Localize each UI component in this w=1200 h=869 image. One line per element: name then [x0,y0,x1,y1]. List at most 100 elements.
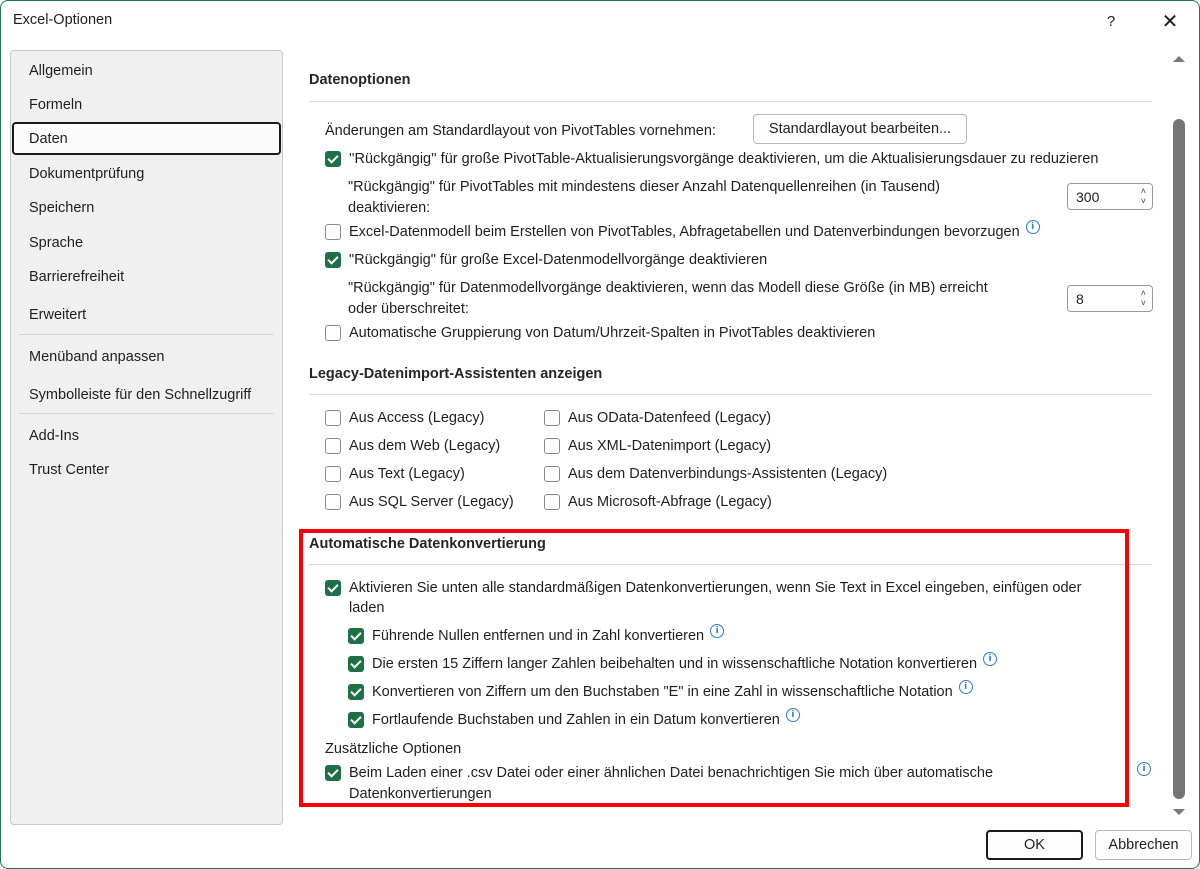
scroll-up-arrow-icon[interactable] [1173,56,1185,62]
option-undo-pivot: ''Rückgängig'' für große PivotTable-Aktu… [325,149,1098,169]
label-enable-all: Aktivieren Sie unten alle standardmäßige… [349,580,1082,596]
legacy-option: Aus OData-Datenfeed (Legacy) [544,408,771,428]
checkbox-undo-pivot[interactable] [325,151,341,167]
legacy-label: Aus Text (Legacy) [349,466,465,482]
sidebar-item-formeln[interactable]: Formeln [12,88,281,121]
sidebar-item-allgemein[interactable]: Allgemein [12,54,281,87]
checkbox-legacy-odata[interactable] [544,410,560,426]
checkbox-legacy-text[interactable] [325,466,341,482]
info-icon[interactable]: i [1137,762,1151,776]
option-enable-all: Aktivieren Sie unten alle standardmäßige… [325,578,1081,598]
edit-default-layout-button[interactable]: Standardlayout bearbeiten... [753,114,967,144]
checkbox-leading-zeros[interactable] [348,628,364,644]
checkbox-legacy-sql[interactable] [325,494,341,510]
info-icon[interactable]: i [983,652,998,666]
section-divider [309,564,1152,565]
checkbox-legacy-msquery[interactable] [544,494,560,510]
checkbox-legacy-xml[interactable] [544,438,560,454]
sidebar-item-sprache[interactable]: Sprache [12,226,281,259]
label-undo-pivot: ''Rückgängig'' für große PivotTable-Aktu… [349,151,1099,167]
sidebar-item-menueband[interactable]: Menüband anpassen [12,340,281,373]
option-csv-notify: Beim Laden einer .csv Datei oder einer ä… [325,763,993,783]
cancel-button[interactable]: Abbrechen [1095,830,1192,860]
ok-button[interactable]: OK [986,830,1083,860]
undo-pivot-rows-spinner[interactable]: 300 ˄ ˅ [1067,183,1153,210]
spin-down-icon[interactable]: ˅ [1141,196,1146,206]
legacy-label: Aus Access (Legacy) [349,410,485,426]
dialog-title: Excel-Optionen [13,12,113,28]
legacy-label: Aus dem Datenverbindungs-Assistenten (Le… [568,466,888,482]
undo-model-size-spinner[interactable]: 8 ˄ ˅ [1067,285,1153,312]
legacy-option: Aus Access (Legacy) [325,408,484,428]
option-leading-zeros: Führende Nullen entfernen und in Zahl ko… [348,624,725,646]
checkbox-legacy-dataconn[interactable] [544,466,560,482]
undo-model-size-label-cont: oder überschreitet: [348,301,469,317]
sidebar-item-dokumentpruefung[interactable]: Dokumentprüfung [12,157,281,190]
label-prefer-model: Excel-Datenmodell beim Erstellen von Piv… [349,224,1020,240]
checkbox-prefer-model[interactable] [325,224,341,240]
label-csv-notify-cont: Datenkonvertierungen [349,786,492,802]
info-icon[interactable]: i [1025,220,1040,234]
checkbox-enable-all[interactable] [325,580,341,596]
label-date-convert: Fortlaufende Buchstaben und Zahlen in ei… [372,712,780,728]
help-button[interactable]: ? [1091,7,1131,35]
sidebar-item-daten[interactable]: Daten [12,122,281,155]
checkbox-auto-group[interactable] [325,325,341,341]
legacy-label: Aus SQL Server (Legacy) [349,494,514,510]
legacy-option: Aus SQL Server (Legacy) [325,492,514,512]
legacy-label: Aus Microsoft-Abfrage (Legacy) [568,494,772,510]
legacy-option: Aus Microsoft-Abfrage (Legacy) [544,492,772,512]
undo-pivot-rows-label-cont: deaktivieren: [348,200,431,216]
legacy-option: Aus dem Web (Legacy) [325,436,500,456]
section-divider [309,394,1152,395]
sidebar-item-barrierefreiheit[interactable]: Barrierefreiheit [12,260,281,293]
option-first-15-digits: Die ersten 15 Ziffern langer Zahlen beib… [348,652,998,674]
info-icon[interactable]: i [710,624,725,638]
label-auto-group: Automatische Gruppierung von Datum/Uhrze… [349,325,876,341]
checkbox-undo-model[interactable] [325,252,341,268]
sidebar-item-addins[interactable]: Add-Ins [12,419,281,452]
label-leading-zeros: Führende Nullen entfernen und in Zahl ko… [372,628,705,644]
label-undo-model: "Rückgängig" für große Excel-Datenmodell… [349,252,768,268]
checkbox-legacy-access[interactable] [325,410,341,426]
checkbox-date-convert[interactable] [348,712,364,728]
checkbox-legacy-web[interactable] [325,438,341,454]
legacy-label: Aus OData-Datenfeed (Legacy) [568,410,772,426]
section-title-autoconvert: Automatische Datenkonvertierung [309,536,546,552]
options-content: Datenoptionen Änderungen am Standardlayo… [297,51,1167,821]
sidebar-divider [19,413,274,414]
section-title-datenoptionen: Datenoptionen [309,72,411,88]
label-enable-all-cont: laden [349,600,385,616]
sidebar-item-erweitert[interactable]: Erweitert [12,298,281,331]
option-date-convert: Fortlaufende Buchstaben und Zahlen in ei… [348,708,800,730]
checkbox-first-15-digits[interactable] [348,656,364,672]
label-csv-notify: Beim Laden einer .csv Datei oder einer ä… [349,765,994,781]
scroll-down-arrow-icon[interactable] [1173,809,1185,815]
sidebar-item-speichern[interactable]: Speichern [12,191,281,224]
label-letter-e: Konvertieren von Ziffern um den Buchstab… [372,684,953,700]
legacy-option: Aus XML-Datenimport (Legacy) [544,436,771,456]
checkbox-csv-notify[interactable] [325,765,341,781]
excel-options-dialog: Excel-Optionen ? ✕ Allgemein Formeln Dat… [0,0,1200,869]
legacy-option: Aus dem Datenverbindungs-Assistenten (Le… [544,464,887,484]
spin-up-icon[interactable]: ˄ [1141,186,1146,196]
spinner-value[interactable]: 300 [1076,189,1099,205]
info-icon[interactable]: i [785,708,800,722]
close-button[interactable]: ✕ [1150,7,1190,35]
option-auto-group: Automatische Gruppierung von Datum/Uhrze… [325,323,875,343]
section-title-legacy: Legacy-Datenimport-Assistenten anzeigen [309,366,603,382]
spin-down-icon[interactable]: ˅ [1141,298,1146,308]
layout-label: Änderungen am Standardlayout von PivotTa… [325,123,716,139]
info-icon[interactable]: i [958,680,973,694]
scrollbar-thumb[interactable] [1173,119,1185,799]
spinner-value[interactable]: 8 [1076,291,1084,307]
sidebar-divider [19,334,274,335]
sidebar-item-schnellzugriff[interactable]: Symbolleiste für den Schnellzugriff [12,378,281,411]
option-letter-e: Konvertieren von Ziffern um den Buchstab… [348,680,973,702]
label-first-15-digits: Die ersten 15 Ziffern langer Zahlen beib… [372,656,978,672]
spin-up-icon[interactable]: ˄ [1141,288,1146,298]
vertical-scrollbar[interactable] [1170,51,1188,821]
sidebar-item-trust-center[interactable]: Trust Center [12,453,281,486]
checkbox-letter-e[interactable] [348,684,364,700]
legacy-label: Aus dem Web (Legacy) [349,438,501,454]
